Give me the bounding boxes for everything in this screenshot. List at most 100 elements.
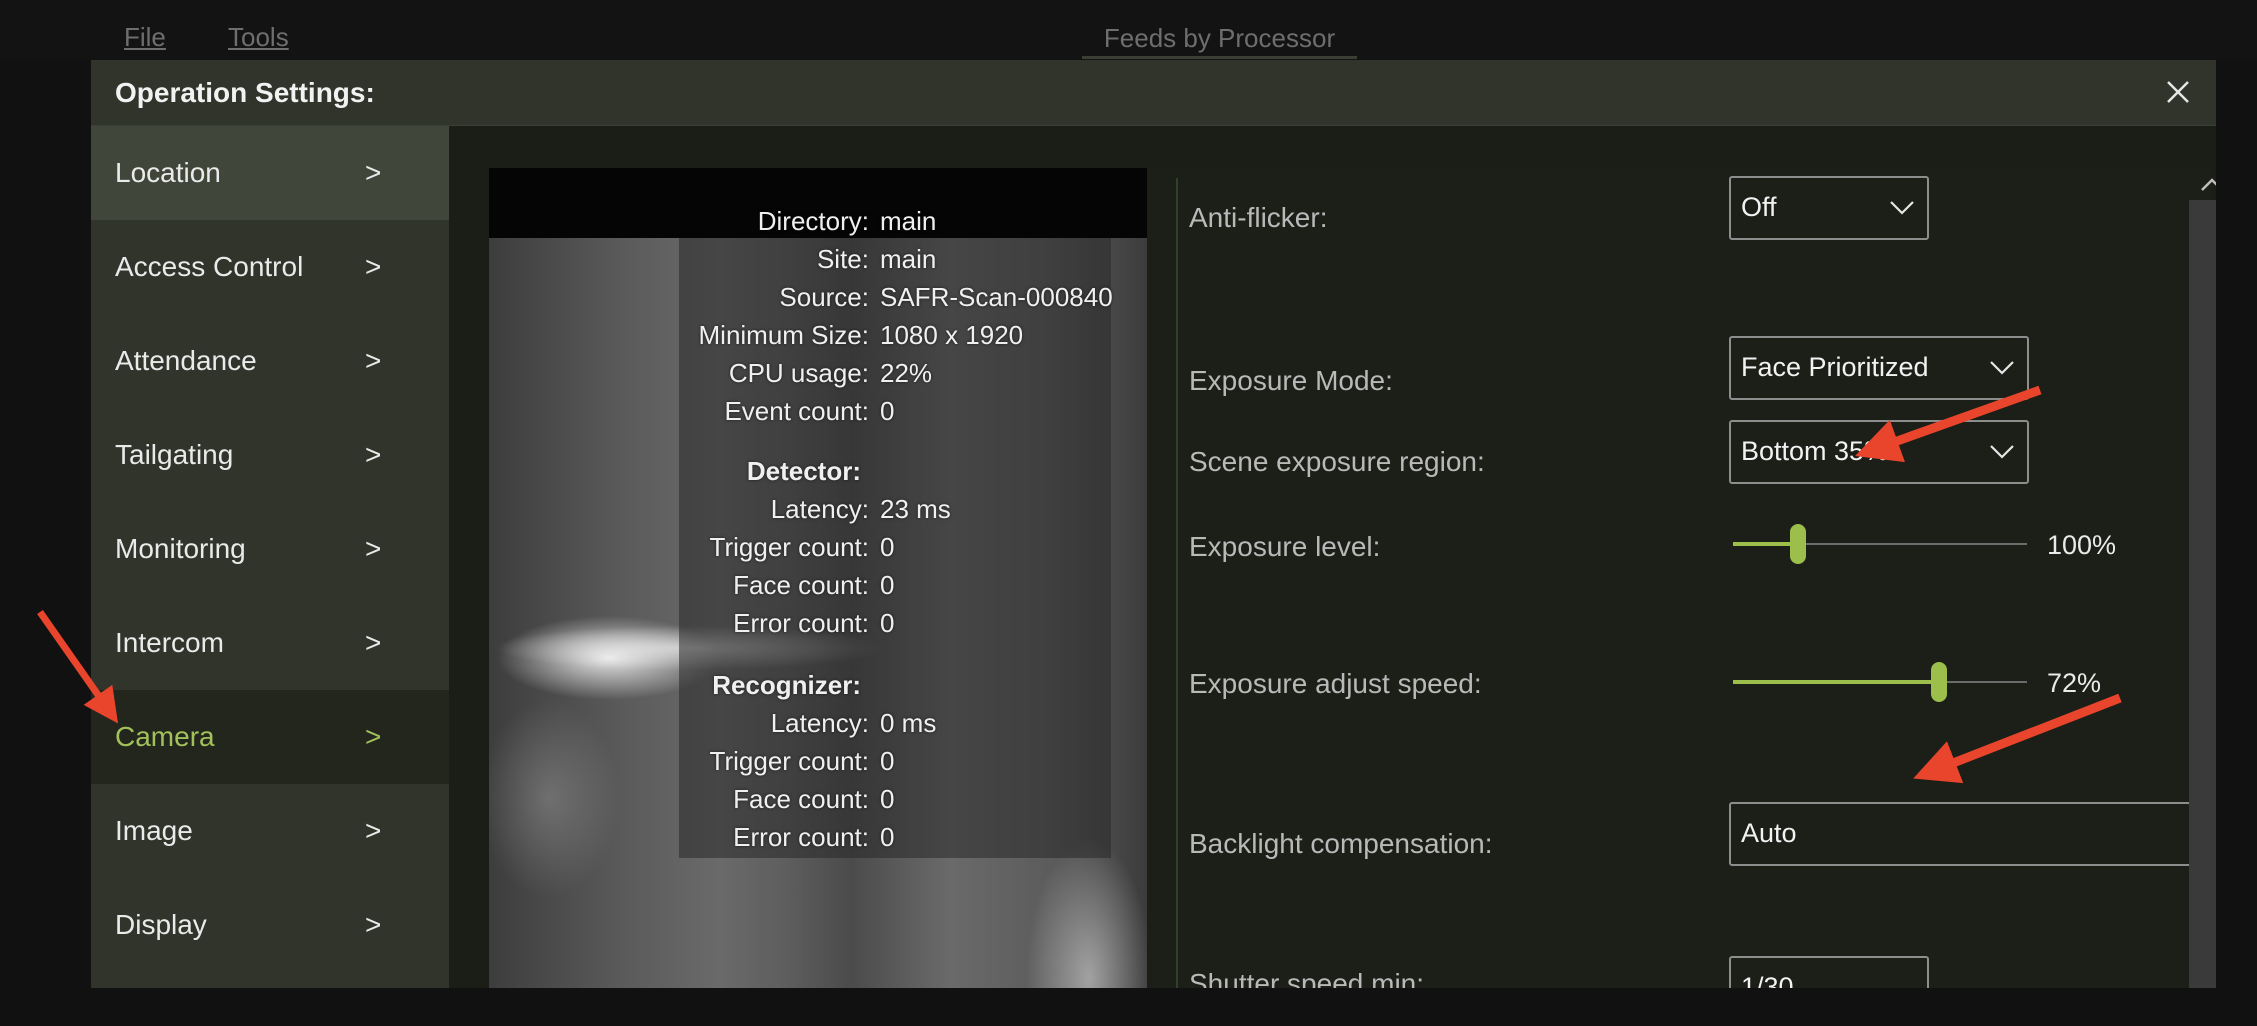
stat-directory-key: Directory: xyxy=(757,206,869,236)
stat-source-value: SAFR-Scan-000840 xyxy=(880,282,1113,312)
stat-min-size-value: 1080 x 1920 xyxy=(880,320,1024,350)
exposure-mode-select[interactable]: Face Prioritized xyxy=(1729,336,2029,400)
slider-fill xyxy=(1733,680,1939,684)
stat-site-value: main xyxy=(880,244,937,274)
sidebar-item-attendance[interactable]: Attendance > xyxy=(91,314,449,408)
camera-settings-panel: Directory: main Site: main Source: SAFR-… xyxy=(449,126,2216,988)
recognizer-trigger-count-key: Trigger count: xyxy=(709,746,869,776)
vertical-scrollbar[interactable] xyxy=(2189,200,2216,988)
sidebar-item-display[interactable]: Display > xyxy=(91,878,449,972)
exposure-level-value: 100% xyxy=(2047,530,2117,560)
recognizer-face-count-value: 0 xyxy=(880,784,895,814)
chevron-down-icon xyxy=(1990,445,2014,459)
detector-face-count-key: Face count: xyxy=(733,570,869,600)
exposure-adjust-speed-value: 72% xyxy=(2047,668,2102,698)
recognizer-heading: Recognizer: xyxy=(712,670,861,700)
stat-site-key: Site: xyxy=(816,244,869,274)
stat-source-key: Source: xyxy=(779,282,869,312)
slider-thumb[interactable] xyxy=(1790,524,1806,564)
close-button[interactable] xyxy=(2156,70,2200,114)
chevron-right-icon: > xyxy=(365,909,382,940)
stat-cpu-value: 22% xyxy=(880,358,933,388)
stat-event-count-value: 0 xyxy=(880,396,895,426)
sidebar-item-location[interactable]: Location > xyxy=(91,126,449,220)
detector-face-count-value: 0 xyxy=(880,570,895,600)
background-menubar: File Tools Feeds by Processor xyxy=(0,0,2257,60)
stat-cpu-key: CPU usage: xyxy=(728,358,869,388)
scene-exposure-region-value: Bottom 35% xyxy=(1741,436,1889,466)
chevron-right-icon: > xyxy=(365,251,382,282)
dialog-title: Operation Settings: xyxy=(115,77,375,108)
shutter-speed-min-label: Shutter speed min: xyxy=(1189,968,1425,988)
anti-flicker-value: Off xyxy=(1741,192,1777,222)
detector-trigger-count-key: Trigger count: xyxy=(709,532,869,562)
shutter-speed-min-value: 1/30 xyxy=(1741,972,1794,988)
exposure-level-label: Exposure level: xyxy=(1189,531,1381,562)
scene-exposure-region-select[interactable]: Bottom 35% xyxy=(1729,420,2029,484)
sidebar-item-intercom[interactable]: Intercom > xyxy=(91,596,449,690)
camera-preview: Directory: main Site: main Source: SAFR-… xyxy=(489,168,1147,988)
sidebar-item-label: Location xyxy=(115,157,221,188)
stat-min-size-key: Minimum Size: xyxy=(698,320,869,350)
chevron-right-icon: > xyxy=(365,533,382,564)
recognizer-face-count-key: Face count: xyxy=(733,784,869,814)
exposure-adjust-speed-slider[interactable] xyxy=(1733,662,2027,702)
dialog-header: Operation Settings: xyxy=(91,60,2216,126)
tab-feeds-by-processor[interactable]: Feeds by Processor xyxy=(1082,20,1357,59)
anti-flicker-label: Anti-flicker: xyxy=(1189,202,1328,233)
sidebar-item-label: Tailgating xyxy=(115,439,234,470)
slider-fill xyxy=(1733,542,1798,546)
sidebar-item-access-control[interactable]: Access Control > xyxy=(91,220,449,314)
detector-latency-key: Latency: xyxy=(770,494,869,524)
chevron-right-icon: > xyxy=(365,721,382,752)
backlight-compensation-label: Backlight compensation: xyxy=(1189,828,1493,859)
recognizer-latency-value: 0 ms xyxy=(880,708,937,738)
close-icon xyxy=(2167,81,2189,103)
chevron-right-icon: > xyxy=(365,627,382,658)
sidebar-item-label: Attendance xyxy=(115,345,257,376)
detector-latency-value: 23 ms xyxy=(880,494,951,524)
scroll-up-icon[interactable] xyxy=(2197,170,2216,200)
chevron-right-icon: > xyxy=(365,345,382,376)
recognizer-error-count-key: Error count: xyxy=(733,822,869,852)
camera-settings-scroll-area: Directory: main Site: main Source: SAFR-… xyxy=(489,168,2216,988)
operation-settings-dialog: Operation Settings: Location > Access Co… xyxy=(91,60,2216,988)
chevron-right-icon: > xyxy=(365,815,382,846)
shutter-speed-min-select[interactable]: 1/30 xyxy=(1729,956,1929,988)
settings-divider xyxy=(1176,178,1178,988)
menu-file[interactable]: File xyxy=(124,22,166,53)
detector-trigger-count-value: 0 xyxy=(880,532,895,562)
exposure-mode-label: Exposure Mode: xyxy=(1189,365,1393,396)
stat-event-count-key: Event count: xyxy=(724,396,869,426)
slider-thumb[interactable] xyxy=(1931,662,1947,702)
detector-error-count-value: 0 xyxy=(880,608,895,638)
stat-directory-value: main xyxy=(880,206,937,236)
recognizer-error-count-value: 0 xyxy=(880,822,895,852)
sidebar-item-label: Display xyxy=(115,909,207,940)
anti-flicker-select[interactable]: Off xyxy=(1729,176,1929,240)
exposure-level-slider[interactable] xyxy=(1733,524,2027,564)
sidebar-item-label: Monitoring xyxy=(115,533,246,564)
menu-tools[interactable]: Tools xyxy=(228,22,289,53)
screen: File Tools Feeds by Processor Operation … xyxy=(0,0,2257,1026)
exposure-mode-value: Face Prioritized xyxy=(1741,352,1929,382)
sidebar-item-label: Access Control xyxy=(115,251,304,282)
sidebar-item-label: Image xyxy=(115,815,193,846)
sidebar-item-camera[interactable]: Camera > xyxy=(91,690,449,784)
scene-exposure-region-label: Scene exposure region: xyxy=(1189,446,1485,477)
sidebar-item-monitoring[interactable]: Monitoring > xyxy=(91,502,449,596)
recognizer-latency-key: Latency: xyxy=(770,708,869,738)
sidebar-item-label: Camera xyxy=(115,721,215,752)
chevron-right-icon: > xyxy=(365,439,382,470)
chevron-right-icon: > xyxy=(365,157,382,188)
exposure-adjust-speed-label: Exposure adjust speed: xyxy=(1189,668,1482,699)
sidebar-item-tailgating[interactable]: Tailgating > xyxy=(91,408,449,502)
backlight-compensation-value: Auto xyxy=(1741,818,1797,848)
sidebar-item-label: Intercom xyxy=(115,627,224,658)
recognizer-trigger-count-value: 0 xyxy=(880,746,895,776)
chevron-down-icon xyxy=(1890,201,1914,215)
sidebar-item-image[interactable]: Image > xyxy=(91,784,449,878)
backlight-compensation-select[interactable]: Auto xyxy=(1729,802,2216,866)
settings-sidebar: Location > Access Control > Attendance >… xyxy=(91,126,449,988)
camera-settings-form: Anti-flicker: Off Exposure Mode: Face Pr… xyxy=(1147,168,2216,988)
